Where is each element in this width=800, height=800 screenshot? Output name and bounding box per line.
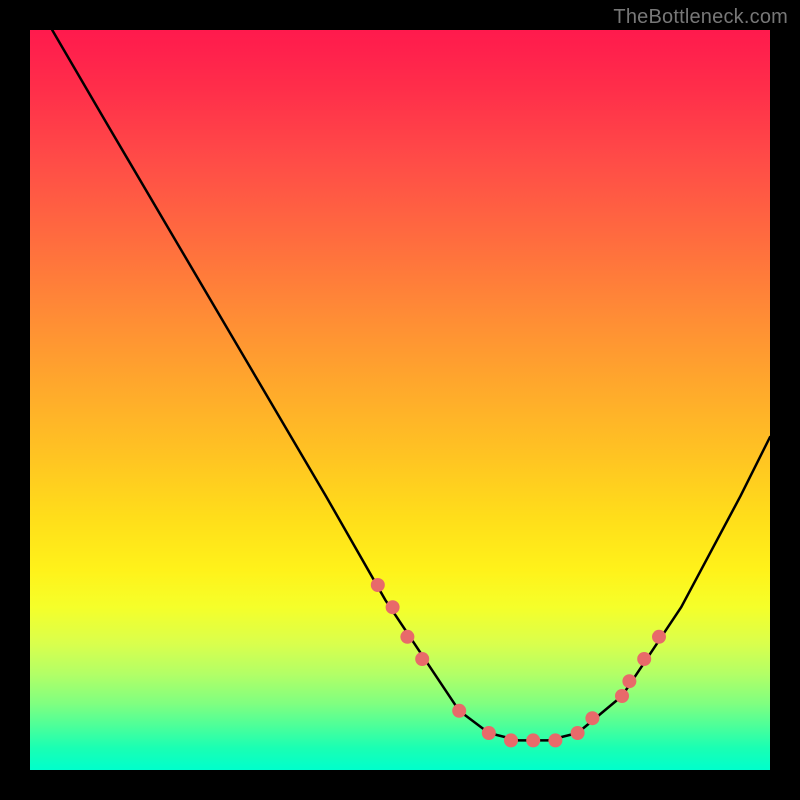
marker-dot (571, 726, 585, 740)
plot-area (30, 30, 770, 770)
marker-dot (526, 733, 540, 747)
marker-dot (652, 630, 666, 644)
marker-dot (622, 674, 636, 688)
marker-dot (415, 652, 429, 666)
watermark-text: TheBottleneck.com (613, 6, 788, 29)
marker-dot (400, 630, 414, 644)
marker-dot (482, 726, 496, 740)
chart-svg (30, 30, 770, 770)
marker-dot (504, 733, 518, 747)
marker-dot (371, 578, 385, 592)
marker-dot (637, 652, 651, 666)
marker-dot (548, 733, 562, 747)
marker-dot (615, 689, 629, 703)
marker-group (371, 578, 666, 747)
marker-dot (452, 704, 466, 718)
chart-container: TheBottleneck.com (0, 0, 800, 800)
marker-dot (585, 711, 599, 725)
marker-dot (386, 600, 400, 614)
